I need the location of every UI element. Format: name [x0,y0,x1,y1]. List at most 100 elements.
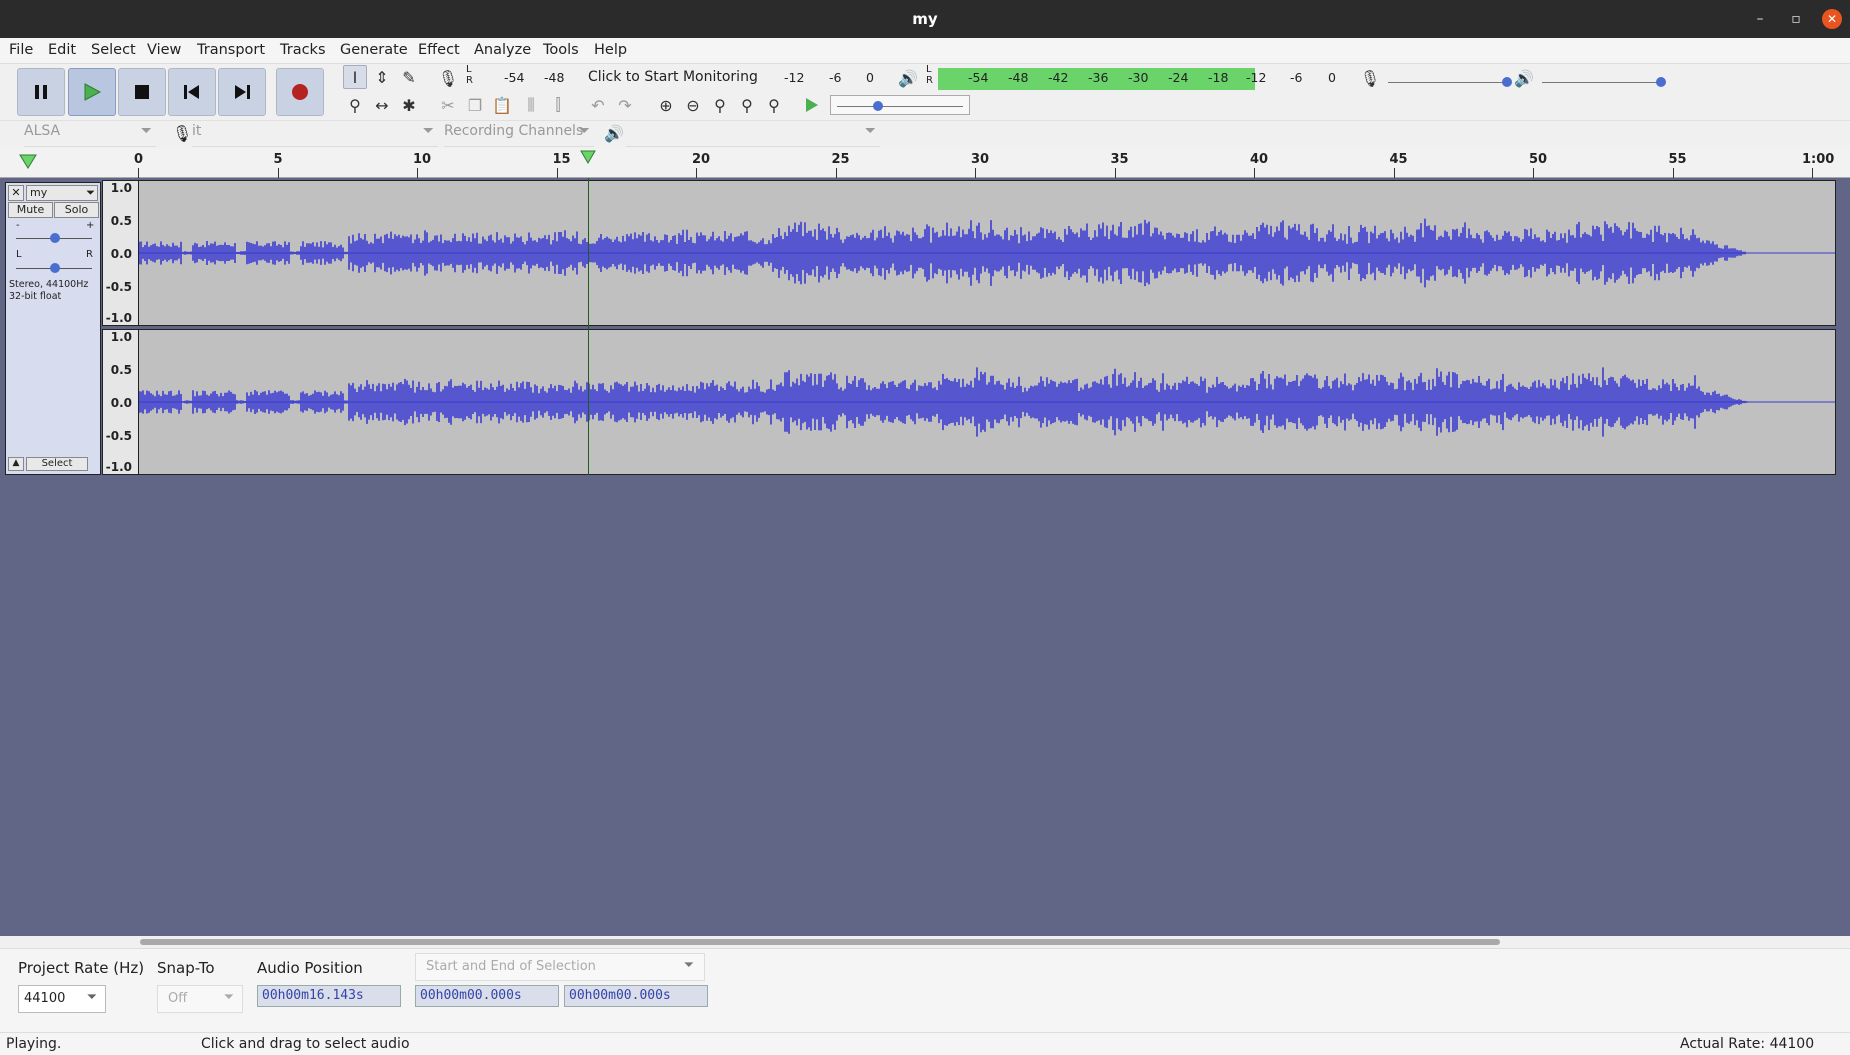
redo-button[interactable]: ↷ [613,93,637,117]
pan-slider[interactable] [16,263,92,273]
pan-thumb[interactable] [50,263,60,273]
rec-scale-0: 0 [866,70,874,85]
selection-start-field[interactable]: 00h00m00.000s [415,985,559,1007]
menu-transport[interactable]: Transport [197,42,265,58]
timeline-ruler[interactable]: 0 5 10 15 20 25 30 35 40 45 50 55 1:00 [0,148,1850,178]
menu-edit[interactable]: Edit [48,42,76,58]
silence-button[interactable]: ⫿ [546,93,570,117]
ruler-tick [417,168,418,178]
zoom-in-icon: ⊕ [659,95,673,115]
vertical-scale-right[interactable]: 1.0 0.5 0.0 -0.5 -1.0 [102,329,138,475]
playback-meter-button[interactable]: 🔊 [896,66,920,90]
zoom-in-button[interactable]: ⊕ [654,93,678,117]
copy-button[interactable]: ❐ [463,93,487,117]
close-icon[interactable]: ✕ [1822,9,1842,29]
paste-button[interactable]: 📋 [490,93,514,117]
pan-left-label: L [16,249,22,260]
menu-analyze[interactable]: Analyze [474,42,531,58]
menu-view[interactable]: View [147,42,181,58]
track-format: Stereo, 44100Hz [9,279,89,290]
cut-button[interactable]: ✂ [436,93,460,117]
recording-volume-slider[interactable] [1388,76,1512,88]
speaker-icon: 🔊 [1514,68,1534,88]
draw-tool[interactable]: ✎ [397,65,421,89]
skip-end-button[interactable] [218,68,266,116]
fit-selection-icon: ⚲ [714,95,726,115]
scrollbar-thumb[interactable] [140,939,1500,945]
playback-volume-slider[interactable] [1542,76,1666,88]
multi-tool[interactable]: ✱ [397,93,421,117]
track-name-menu[interactable]: my ⏷ [26,185,98,201]
menu-tools[interactable]: Tools [543,42,579,58]
select-track-button[interactable]: Select [26,457,88,471]
vertical-scale-left[interactable]: 1.0 0.5 0.0 -0.5 -1.0 [102,180,138,326]
trim-button[interactable]: ⫼ [519,93,543,117]
snap-to-select[interactable]: Off ⏷ [157,985,243,1013]
selection-tool[interactable]: I [343,65,367,89]
project-rate-select[interactable]: 44100 ⏷ [18,985,106,1013]
track-close-button[interactable]: ✕ [8,185,24,201]
audio-host-select[interactable]: ALSA ⏷ [24,123,156,147]
recording-device-select[interactable]: it ⏷ [192,123,438,147]
gain-thumb[interactable] [50,233,60,243]
solo-button[interactable]: Solo [54,202,99,218]
microphone-icon: 🎙 [172,124,193,143]
pause-button[interactable] [17,68,65,116]
audio-position-field[interactable]: 00h00m16.143s [257,985,401,1007]
audio-position-value: 00h00m16.143s [262,988,364,1003]
selection-end-field[interactable]: 00h00m00.000s [564,985,708,1007]
horizontal-scrollbar[interactable] [0,936,1850,948]
menu-tracks[interactable]: Tracks [280,42,326,58]
playback-device-select[interactable]: ⏷ [626,123,880,147]
gain-slider[interactable] [16,233,92,243]
skip-start-button[interactable] [168,68,216,116]
fit-selection-button[interactable]: ⚲ [708,93,732,117]
collapse-track-button[interactable]: ▲ [8,457,24,471]
recording-volume-thumb[interactable] [1502,77,1512,87]
zoom-toggle-icon: ⚲ [768,95,780,115]
ruler-tick [1393,168,1395,178]
maximize-icon[interactable]: ▫ [1786,9,1806,29]
monitor-prompt[interactable]: Click to Start Monitoring [588,69,758,85]
waveform-left-channel[interactable] [138,180,1836,326]
rec-scale-12: -12 [784,70,805,85]
ruler-tick-label: 50 [1529,152,1548,167]
selection-mode-select[interactable]: Start and End of Selection ⏷ [415,953,705,981]
pin-head-icon[interactable] [19,153,37,169]
timeshift-tool[interactable]: ↔ [370,93,394,117]
envelope-tool[interactable]: ⇕ [370,65,394,89]
playback-volume-thumb[interactable] [1656,77,1666,87]
play-button[interactable] [68,68,116,116]
ruler-tick [1812,168,1813,178]
play-speed-thumb[interactable] [873,101,883,111]
play-at-speed-button[interactable] [800,93,824,117]
minimize-icon[interactable]: – [1750,9,1770,29]
playhead-marker[interactable] [580,150,597,164]
record-button[interactable] [276,68,324,116]
pan-right-label: R [86,249,93,260]
audacity-window: my – ▫ ✕ File Edit Select View Transport… [0,0,1850,1055]
menu-effect[interactable]: Effect [418,42,460,58]
waveform-left [138,218,1835,288]
mute-button[interactable]: Mute [8,202,53,218]
stop-button[interactable] [118,68,166,116]
waveform-right-channel[interactable] [138,329,1836,475]
recording-channels-select[interactable]: Recording Channels ⏷ [444,123,594,147]
undo-button[interactable]: ↶ [586,93,610,117]
menu-file[interactable]: File [9,42,33,58]
menu-select[interactable]: Select [91,42,136,58]
record-meter-button[interactable]: 🎙 [436,66,460,90]
menu-generate[interactable]: Generate [340,42,408,58]
menu-help[interactable]: Help [594,42,627,58]
play-speed-slider[interactable] [830,95,970,115]
recording-device-value: it [192,123,202,139]
zoom-out-button[interactable]: ⊖ [681,93,705,117]
multi-tool-icon: ✱ [402,95,416,115]
recording-meter[interactable]: -54 -48 Click to Start Monitoring -12 -6… [478,68,880,90]
ruler-tick [1672,168,1674,178]
chevron-down-icon: ⏷ [683,958,694,973]
zoom-tool[interactable]: ⚲ [343,93,367,117]
fit-project-button[interactable]: ⚲ [735,93,759,117]
zoom-toggle-button[interactable]: ⚲ [762,93,786,117]
playback-meter[interactable]: -54 -48 -42 -36 -30 -24 -18 -12 -6 0 [938,68,1342,90]
